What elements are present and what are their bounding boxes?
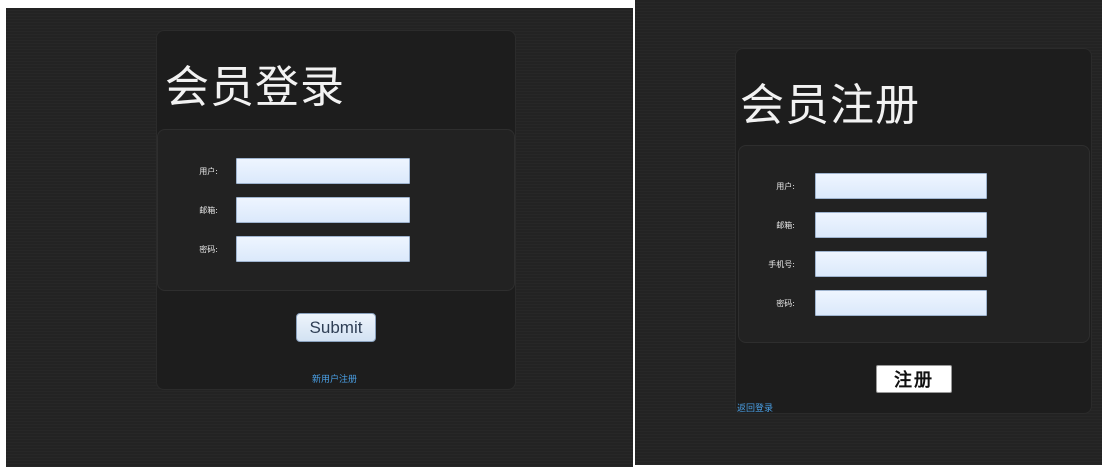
login-user-label: 用户: bbox=[199, 167, 218, 176]
register-form: 用户: 邮箱: 手机号: 密码: bbox=[738, 145, 1090, 343]
register-panel: 会员注册 用户: 邮箱: 手机号: 密码: 注册 返回登录 bbox=[635, 0, 1102, 465]
login-email-label: 邮箱: bbox=[199, 206, 218, 215]
login-form: 用户: 邮箱: 密码: bbox=[157, 129, 515, 291]
login-panel: 会员登录 用户: 邮箱: 密码: Submit 新用户注册 bbox=[6, 8, 633, 467]
register-password-label: 密码: bbox=[776, 299, 795, 308]
login-email-input[interactable] bbox=[236, 197, 410, 223]
register-user-input[interactable] bbox=[815, 173, 987, 199]
login-user-input[interactable] bbox=[236, 158, 410, 184]
login-password-input[interactable] bbox=[236, 236, 410, 262]
register-email-input[interactable] bbox=[815, 212, 987, 238]
login-card: 会员登录 用户: 邮箱: 密码: Submit 新用户注册 bbox=[156, 30, 516, 390]
register-title: 会员注册 bbox=[740, 80, 920, 131]
register-submit-button[interactable]: 注册 bbox=[876, 365, 952, 393]
register-email-label: 邮箱: bbox=[776, 221, 795, 230]
login-submit-button[interactable]: Submit bbox=[296, 313, 376, 342]
register-phone-label: 手机号: bbox=[768, 260, 795, 269]
login-title: 会员登录 bbox=[165, 62, 345, 113]
register-card: 会员注册 用户: 邮箱: 手机号: 密码: 注册 bbox=[735, 48, 1092, 414]
register-user-label: 用户: bbox=[776, 182, 795, 191]
back-to-login-link[interactable]: 返回登录 bbox=[737, 401, 773, 414]
register-password-input[interactable] bbox=[815, 290, 987, 316]
login-password-label: 密码: bbox=[199, 245, 218, 254]
new-user-register-link[interactable]: 新用户注册 bbox=[312, 372, 357, 385]
register-phone-input[interactable] bbox=[815, 251, 987, 277]
